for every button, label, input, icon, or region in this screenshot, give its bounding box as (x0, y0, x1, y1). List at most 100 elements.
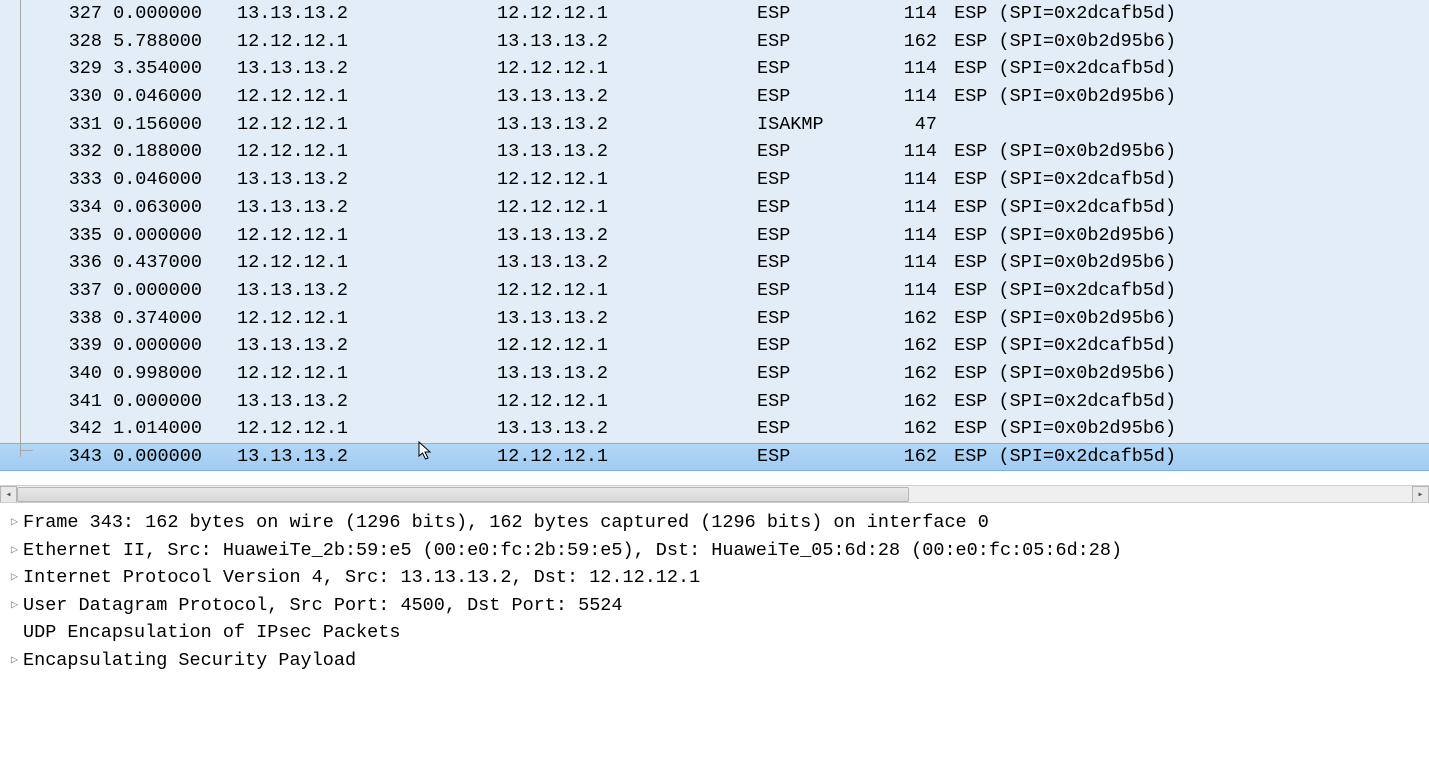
packet-info: ESP (SPI=0x0b2d95b6) (943, 28, 1176, 56)
detail-row[interactable]: ▷Internet Protocol Version 4, Src: 13.13… (0, 564, 1429, 592)
packet-no: 342 (52, 415, 102, 443)
detail-text: Ethernet II, Src: HuaweiTe_2b:59:e5 (00:… (23, 537, 1122, 565)
expander-icon[interactable]: ▷ (8, 564, 21, 592)
packet-row[interactable]: 335 0.00000012.12.12.113.13.13.2ESP114 E… (0, 222, 1429, 250)
packet-no: 336 (52, 249, 102, 277)
packet-row[interactable]: 337 0.00000013.13.13.212.12.12.1ESP114 E… (0, 277, 1429, 305)
packet-row[interactable]: 332 0.18800012.12.12.113.13.13.2ESP114 E… (0, 138, 1429, 166)
packet-length: 162 (867, 388, 943, 416)
packet-source: 13.13.13.2 (222, 166, 497, 194)
packet-row[interactable]: 333 0.04600013.13.13.212.12.12.1ESP114 E… (0, 166, 1429, 194)
packet-row[interactable]: 334 0.06300013.13.13.212.12.12.1ESP114 E… (0, 194, 1429, 222)
packet-row[interactable]: 331 0.15600012.12.12.113.13.13.2ISAKMP47 (0, 111, 1429, 139)
packet-source: 13.13.13.2 (222, 277, 497, 305)
packet-source: 12.12.12.1 (222, 360, 497, 388)
packet-row[interactable]: 329 3.35400013.13.13.212.12.12.1ESP114 E… (0, 55, 1429, 83)
scroll-thumb[interactable] (17, 487, 909, 502)
packet-row[interactable]: 336 0.43700012.12.12.113.13.13.2ESP114 E… (0, 249, 1429, 277)
packet-time: 0.046000 (102, 83, 222, 111)
detail-row[interactable]: ▷Ethernet II, Src: HuaweiTe_2b:59:e5 (00… (0, 537, 1429, 565)
packet-time: 0.000000 (102, 443, 222, 471)
packet-source: 12.12.12.1 (222, 138, 497, 166)
packet-protocol: ESP (757, 0, 867, 28)
packet-time: 0.188000 (102, 138, 222, 166)
packet-row[interactable]: 340 0.99800012.12.12.113.13.13.2ESP162 E… (0, 360, 1429, 388)
packet-destination: 12.12.12.1 (497, 332, 757, 360)
detail-row[interactable]: ▷Frame 343: 162 bytes on wire (1296 bits… (0, 509, 1429, 537)
packet-destination: 13.13.13.2 (497, 360, 757, 388)
packet-no: 332 (52, 138, 102, 166)
packet-row[interactable]: 338 0.37400012.12.12.113.13.13.2ESP162 E… (0, 305, 1429, 333)
packet-no: 343 (52, 443, 102, 471)
expander-icon[interactable]: ▷ (8, 537, 21, 565)
packet-info (943, 111, 954, 139)
packet-time: 0.063000 (102, 194, 222, 222)
packet-length: 114 (867, 277, 943, 305)
packet-row[interactable]: 341 0.00000013.13.13.212.12.12.1ESP162 E… (0, 388, 1429, 416)
packet-no: 329 (52, 55, 102, 83)
packet-protocol: ESP (757, 249, 867, 277)
packet-destination: 12.12.12.1 (497, 0, 757, 28)
packet-time: 0.000000 (102, 388, 222, 416)
packet-destination: 13.13.13.2 (497, 111, 757, 139)
packet-length: 114 (867, 138, 943, 166)
packet-time: 0.000000 (102, 0, 222, 28)
detail-row[interactable]: ▷UDP Encapsulation of IPsec Packets (0, 619, 1429, 647)
packet-source: 13.13.13.2 (222, 0, 497, 28)
packet-info: ESP (SPI=0x2dcafb5d) (943, 388, 1176, 416)
packet-info: ESP (SPI=0x0b2d95b6) (943, 305, 1176, 333)
packet-no: 335 (52, 222, 102, 250)
packet-details-pane[interactable]: ▷Frame 343: 162 bytes on wire (1296 bits… (0, 502, 1429, 763)
packet-info: ESP (SPI=0x0b2d95b6) (943, 138, 1176, 166)
packet-length: 114 (867, 166, 943, 194)
detail-text: Internet Protocol Version 4, Src: 13.13.… (23, 564, 700, 592)
packet-length: 162 (867, 332, 943, 360)
packet-source: 12.12.12.1 (222, 111, 497, 139)
packet-row[interactable]: 339 0.00000013.13.13.212.12.12.1ESP162 E… (0, 332, 1429, 360)
packet-row[interactable]: 342 1.01400012.12.12.113.13.13.2ESP162 E… (0, 415, 1429, 443)
packet-time: 0.374000 (102, 305, 222, 333)
packet-length: 114 (867, 0, 943, 28)
packet-row[interactable]: 343 0.00000013.13.13.212.12.12.1ESP162 E… (0, 443, 1429, 471)
packet-no: 327 (52, 0, 102, 28)
packet-destination: 13.13.13.2 (497, 305, 757, 333)
scroll-left-button[interactable]: ◂ (0, 486, 17, 503)
expander-icon[interactable]: ▷ (8, 509, 21, 537)
tree-marker-icon (20, 194, 29, 222)
scroll-right-button[interactable]: ▸ (1412, 486, 1429, 503)
packet-protocol: ESP (757, 83, 867, 111)
packet-source: 13.13.13.2 (222, 388, 497, 416)
tree-marker-icon (20, 0, 29, 28)
scroll-track[interactable] (17, 486, 1412, 503)
packet-time: 0.998000 (102, 360, 222, 388)
packet-destination: 12.12.12.1 (497, 277, 757, 305)
tree-marker-icon (20, 55, 29, 83)
packet-protocol: ESP (757, 222, 867, 250)
packet-info: ESP (SPI=0x2dcafb5d) (943, 0, 1176, 28)
packet-row[interactable]: 327 0.00000013.13.13.212.12.12.1ESP114 E… (0, 0, 1429, 28)
packet-protocol: ESP (757, 388, 867, 416)
packet-destination: 12.12.12.1 (497, 443, 757, 471)
packet-source: 12.12.12.1 (222, 83, 497, 111)
detail-text: UDP Encapsulation of IPsec Packets (23, 619, 400, 647)
packet-info: ESP (SPI=0x0b2d95b6) (943, 415, 1176, 443)
packet-length: 114 (867, 249, 943, 277)
packet-info: ESP (SPI=0x2dcafb5d) (943, 166, 1176, 194)
detail-row[interactable]: ▷Encapsulating Security Payload (0, 647, 1429, 675)
tree-marker-icon (20, 28, 29, 56)
packet-length: 114 (867, 222, 943, 250)
tree-marker-icon (20, 388, 29, 416)
packet-row[interactable]: 328 5.78800012.12.12.113.13.13.2ESP162 E… (0, 28, 1429, 56)
packet-source: 13.13.13.2 (222, 332, 497, 360)
detail-row[interactable]: ▷User Datagram Protocol, Src Port: 4500,… (0, 592, 1429, 620)
expander-icon[interactable]: ▷ (8, 592, 21, 620)
expander-icon[interactable]: ▷ (8, 647, 21, 675)
packet-list-pane[interactable]: 327 0.00000013.13.13.212.12.12.1ESP114 E… (0, 0, 1429, 486)
packet-source: 12.12.12.1 (222, 415, 497, 443)
packet-protocol: ESP (757, 360, 867, 388)
packet-source: 12.12.12.1 (222, 28, 497, 56)
packet-protocol: ESP (757, 415, 867, 443)
detail-text: Frame 343: 162 bytes on wire (1296 bits)… (23, 509, 989, 537)
packet-row[interactable]: 330 0.04600012.12.12.113.13.13.2ESP114 E… (0, 83, 1429, 111)
packet-no: 337 (52, 277, 102, 305)
